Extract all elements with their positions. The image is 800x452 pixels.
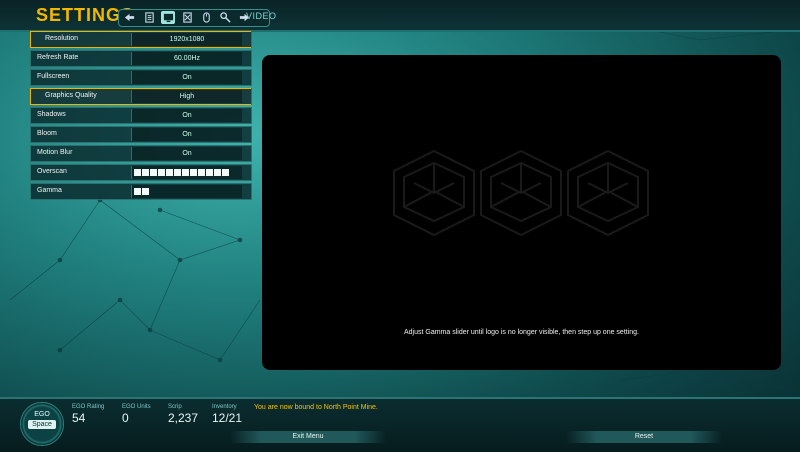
setting-label: Bloom: [37, 130, 57, 137]
setting-overscan[interactable]: Overscan: [30, 164, 257, 181]
setting-resolution[interactable]: Resolution 1920x1080: [30, 31, 257, 48]
fullscreen-toggle[interactable]: On: [131, 71, 242, 84]
slider-segment: [166, 169, 173, 176]
slider-segment: [142, 169, 149, 176]
setting-label: Refresh Rate: [37, 54, 79, 61]
slider-segment: [182, 169, 189, 176]
section-title: VIDEO: [246, 11, 277, 21]
gamma-slider[interactable]: [131, 185, 242, 198]
status-footer: EGO Space EGO Rating 54 EGO Units 0 Scri…: [0, 397, 800, 452]
document-icon[interactable]: [142, 11, 156, 24]
stat-value: 12/21: [212, 411, 243, 425]
refresh-rate-value-text: 60.00Hz: [173, 55, 201, 62]
setting-refresh-rate[interactable]: Refresh Rate 60.00Hz: [30, 50, 257, 67]
bloom-value-text: On: [182, 131, 192, 138]
setting-label: Fullscreen: [37, 73, 70, 80]
setting-label: Resolution: [45, 35, 79, 42]
setting-label: Graphics Quality: [45, 92, 97, 99]
setting-label: Motion Blur: [37, 149, 73, 156]
monitor-icon[interactable]: [161, 11, 175, 24]
reset-button[interactable]: Reset: [566, 431, 722, 443]
slider-segment: [134, 188, 141, 195]
stat-label: Scrip: [168, 404, 182, 410]
motion-blur-value-text: On: [182, 150, 192, 157]
status-message: You are now bound to North Point Mine.: [254, 404, 378, 411]
calibration-logo: [393, 149, 649, 237]
setting-label: Gamma: [37, 187, 62, 194]
fullscreen-value-text: On: [182, 74, 192, 81]
shadows-toggle[interactable]: On: [131, 109, 242, 122]
back-arrow-icon[interactable]: [122, 11, 136, 24]
slider-segment: [190, 169, 197, 176]
stat-label: EGO Rating: [72, 404, 105, 410]
top-bar: SETTINGS VIDEO: [0, 0, 800, 32]
slider-segment: [174, 169, 181, 176]
gamma-preview-panel: Adjust Gamma slider until logo is no lon…: [262, 55, 781, 370]
stat-ego-rating: EGO Rating 54: [72, 404, 104, 425]
slider-segment: [222, 169, 229, 176]
graphics-quality-value-text: High: [179, 93, 195, 100]
stat-scrip: Scrip 2,237: [168, 404, 198, 425]
slider-segment: [198, 169, 205, 176]
overscan-slider[interactable]: [131, 166, 242, 179]
shadows-value-text: On: [182, 112, 192, 119]
slider-segment: [134, 169, 141, 176]
mouse-icon[interactable]: [199, 11, 213, 24]
setting-label: Overscan: [37, 168, 67, 175]
slider-segment: [214, 169, 221, 176]
exit-menu-button[interactable]: Exit Menu: [230, 431, 386, 443]
setting-graphics-quality[interactable]: Graphics Quality High: [30, 88, 257, 105]
setting-gamma[interactable]: Gamma: [30, 183, 257, 200]
slider-segment: [158, 169, 165, 176]
bloom-toggle[interactable]: On: [131, 128, 242, 141]
stat-ego-units: EGO Units 0: [122, 404, 151, 425]
slider-segment: [150, 169, 157, 176]
stat-label: EGO Units: [122, 404, 151, 410]
graphics-quality-value[interactable]: High: [131, 90, 242, 103]
motion-blur-toggle[interactable]: On: [131, 147, 242, 160]
wrench-icon[interactable]: [218, 11, 232, 24]
slider-segment: [206, 169, 213, 176]
stat-inventory: Inventory 12/21: [212, 404, 242, 425]
resolution-value-text: 1920x1080: [169, 36, 205, 43]
setting-bloom[interactable]: Bloom On: [30, 126, 257, 143]
stat-label: Inventory: [212, 404, 237, 410]
ego-badge[interactable]: EGO Space: [20, 402, 64, 446]
stat-value: 0: [122, 411, 129, 425]
setting-shadows[interactable]: Shadows On: [30, 107, 257, 124]
slider-segment: [142, 188, 149, 195]
refresh-rate-value[interactable]: 60.00Hz: [131, 52, 242, 65]
setting-fullscreen[interactable]: Fullscreen On: [30, 69, 257, 86]
stat-value: 2,237: [168, 411, 199, 425]
setting-motion-blur[interactable]: Motion Blur On: [30, 145, 257, 162]
ego-label: EGO: [34, 411, 50, 418]
setting-label: Shadows: [37, 111, 66, 118]
resolution-value[interactable]: 1920x1080: [131, 33, 242, 46]
gamma-hint-text: Adjust Gamma slider until logo is no lon…: [403, 329, 640, 336]
stat-value: 54: [72, 411, 86, 425]
network-icon[interactable]: [180, 11, 194, 24]
ego-space-label: Space: [28, 420, 56, 429]
